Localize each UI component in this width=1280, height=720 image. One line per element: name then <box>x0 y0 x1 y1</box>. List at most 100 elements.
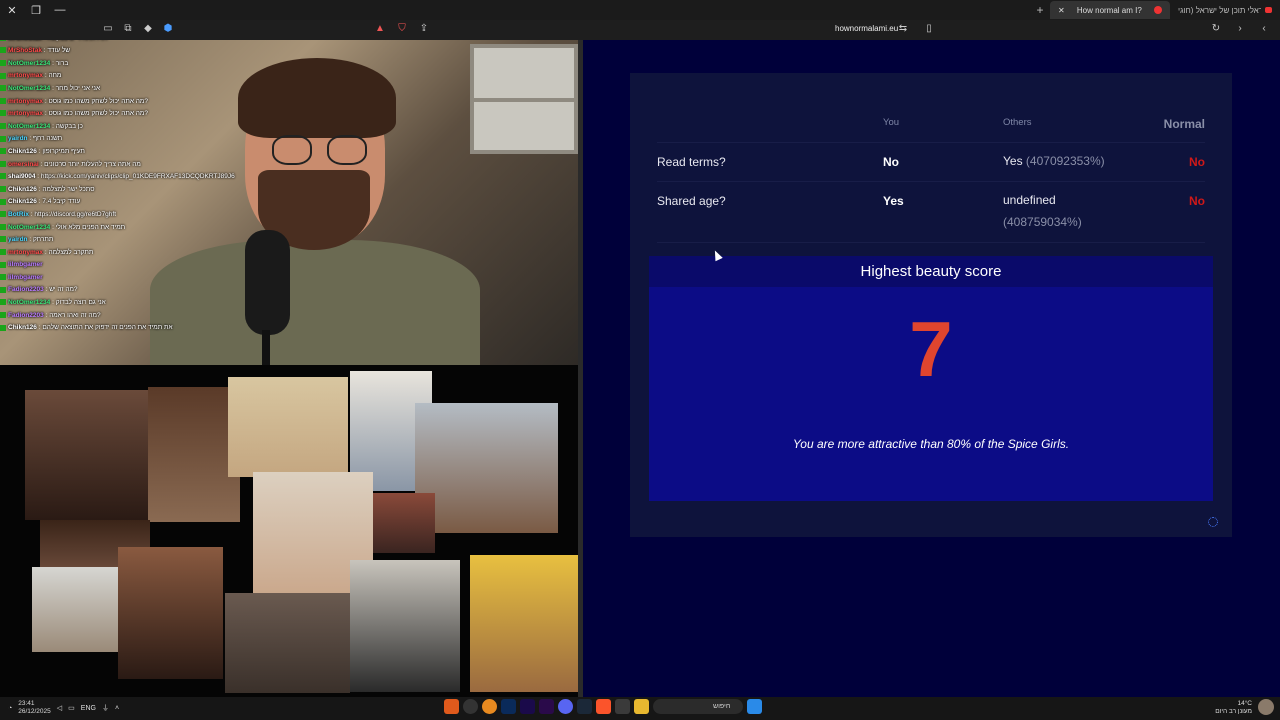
chat-badge-icon <box>0 97 6 104</box>
forward-icon[interactable]: › <box>1232 23 1248 34</box>
discord-icon[interactable] <box>558 699 573 714</box>
tab-close-icon[interactable]: ✕ <box>1058 6 1065 15</box>
collage-photo <box>118 547 223 679</box>
after-effects-icon[interactable] <box>520 699 535 714</box>
chat-message: omersinai : מה אתה צריך להעלות יותר סרטו… <box>0 159 300 172</box>
brave-icon[interactable] <box>596 699 611 714</box>
chat-username[interactable]: Fadion2203 <box>8 312 44 319</box>
chat-username[interactable]: BotRix <box>8 211 29 218</box>
tab-how-normal[interactable]: ✕ How normal am I? <box>1050 1 1170 19</box>
photoshop-icon[interactable] <box>501 699 516 714</box>
chat-username[interactable]: NotOmer1234 <box>8 123 50 130</box>
you-answer: Yes <box>883 194 904 208</box>
alert-icon[interactable]: ▲ <box>372 23 388 34</box>
sidebar-icon[interactable]: ▭ <box>100 23 116 34</box>
store-icon[interactable] <box>615 699 630 714</box>
extensions-icon[interactable]: ⧉ <box>120 23 136 34</box>
avatar[interactable] <box>1258 699 1274 715</box>
windows-start-icon[interactable] <box>747 699 762 714</box>
clock[interactable]: 23:41 26/12/2025 <box>18 700 51 716</box>
chat-badge-icon <box>0 160 6 167</box>
chat-username[interactable]: NotOmer1234 <box>8 60 50 67</box>
chat-username[interactable]: mrtonymax <box>8 110 43 117</box>
chat-text: : מה אתה צריך להעלות יותר סרטונים <box>38 160 141 168</box>
chat-badge-icon <box>0 110 6 117</box>
blender-icon[interactable] <box>482 699 497 714</box>
chat-username[interactable]: lilmbgamer <box>8 274 43 281</box>
chat-username[interactable]: NotOmer1234 <box>8 85 50 92</box>
faces-collage <box>0 365 578 697</box>
chat-username[interactable]: NotOmer1234 <box>8 299 50 306</box>
address-bar[interactable]: hownormalami.eu <box>835 24 898 33</box>
collage-photo <box>225 593 350 693</box>
chat-message: Chikn126 : 7.4 עודד קיבל <box>0 196 300 209</box>
normal-badge: No <box>1189 155 1205 169</box>
chat-message: mrtonymax : מה אתה יכול לשחק משהו כמו גו… <box>0 108 300 121</box>
new-tab-button[interactable]: + <box>1030 3 1050 17</box>
collage-photo <box>25 390 150 520</box>
chat-badge-icon <box>0 60 6 67</box>
minimize-window-icon[interactable]: — <box>48 4 72 16</box>
chat-text: : של עודד <box>41 47 71 55</box>
chat-text: : https://kick.com/yaniv/clips/clip_01KD… <box>35 173 235 181</box>
chat-username[interactable]: shai9004 <box>8 173 35 180</box>
chat-username[interactable]: Chikn126 <box>8 186 37 193</box>
chat-username[interactable]: omersinai <box>8 161 39 168</box>
steam-icon[interactable] <box>577 699 592 714</box>
chat-username[interactable]: yairdn <box>8 236 28 243</box>
chat-username[interactable]: MrShoStak <box>8 40 42 42</box>
header-normal: Normal <box>1163 117 1205 131</box>
taskbar-search[interactable]: חיפוש <box>653 699 743 714</box>
translate-icon[interactable]: ⇆ <box>895 23 911 34</box>
wifi-icon[interactable]: ◔ <box>8 705 12 712</box>
shield-icon[interactable]: ⬢ <box>160 23 176 34</box>
windows-taskbar: ◔ 23:41 26/12/2025 ◁ ▭ ENG ⏚ ˄ חיפוש 14°C… <box>0 697 1280 720</box>
chat-username[interactable]: mrtonymax <box>8 72 43 79</box>
tab-stream[interactable]: לייב פרסי הישראלי תוכן של ישראל (חוגי <box>1170 1 1280 19</box>
weather-widget[interactable]: 14°C מעונן רב היום <box>1215 700 1252 716</box>
chat-username[interactable]: Chikn126 <box>8 198 37 205</box>
premiere-icon[interactable] <box>539 699 554 714</box>
chat-username[interactable]: yairdn <box>8 135 28 142</box>
chat-username[interactable]: Chikn126 <box>8 324 37 331</box>
chat-badge-icon <box>0 148 6 155</box>
close-window-icon[interactable]: ✕ <box>0 4 24 17</box>
collage-photo <box>350 560 460 692</box>
chat-badge-icon <box>0 211 6 218</box>
chat-message: shai9004 : https://kick.com/yaniv/clips/… <box>0 171 300 184</box>
chat-badge-icon <box>0 274 6 281</box>
mic-icon[interactable]: ⏚ <box>102 703 109 713</box>
obs-icon[interactable] <box>463 699 478 714</box>
back-icon[interactable]: ‹ <box>1256 23 1272 34</box>
score-heading: Highest beauty score <box>649 256 1213 287</box>
brave-shield-icon[interactable]: ⛉ <box>394 23 410 34</box>
chat-username[interactable]: Fadion2203 <box>8 286 44 293</box>
bookmark-icon[interactable]: ▯ <box>921 23 937 34</box>
app-icon[interactable] <box>444 699 459 714</box>
chat-message: Fadion2203 : מה זה ואהו ראמה? <box>0 310 300 323</box>
show-hidden-icons[interactable]: ˄ <box>115 705 119 712</box>
reload-icon[interactable]: ↻ <box>1208 23 1224 34</box>
diamond-icon[interactable]: ◆ <box>140 23 156 34</box>
stream-view: MrShoStak : תראהMrShoStak : תזיז אתהידיי… <box>0 40 578 697</box>
volume-icon[interactable]: ◁ <box>57 704 62 712</box>
chat-username[interactable]: mrtonymax <box>8 249 43 256</box>
results-card: You Others Normal Read terms? No Yes (40… <box>630 73 1232 537</box>
chat-username[interactable]: lilmbgamer <box>8 261 43 268</box>
share-icon[interactable]: ⇪ <box>416 23 432 34</box>
normal-badge: No <box>1189 194 1205 208</box>
chat-username[interactable]: NotOmer1234 <box>8 224 50 231</box>
chat-text: : סתכל ישר למצלמה <box>36 185 95 193</box>
folder-icon[interactable] <box>634 699 649 714</box>
language-indicator[interactable]: ENG <box>81 705 96 712</box>
chat-text: : תזיז אתהידיים בבקשה <box>42 40 108 42</box>
website-viewport: You Others Normal Read terms? No Yes (40… <box>583 40 1280 697</box>
display-icon[interactable]: ▭ <box>68 704 75 712</box>
collage-photo <box>228 377 348 477</box>
chat-username[interactable]: MrShoStak <box>8 47 42 54</box>
chat-username[interactable]: mrtonymax <box>8 98 43 105</box>
chat-username[interactable]: Chikn126 <box>8 148 37 155</box>
chat-message: NotOmer1234 : אני גם רוצה לבדוק <box>0 297 300 310</box>
chat-text: : מה זה יש? <box>43 286 78 294</box>
restore-window-icon[interactable]: ❐ <box>24 4 48 17</box>
